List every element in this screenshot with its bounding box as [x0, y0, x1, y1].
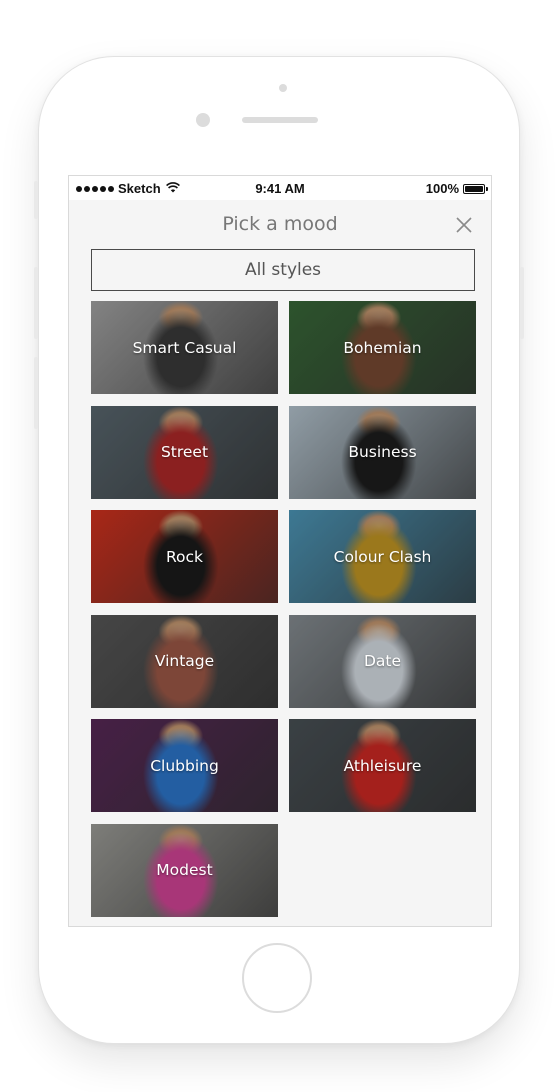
- mood-tile-date[interactable]: Date: [289, 614, 476, 708]
- mute-switch: [34, 181, 38, 219]
- mood-tile-athleisure[interactable]: Athleisure: [289, 719, 476, 812]
- front-camera: [279, 84, 287, 92]
- mood-label: Bohemian: [343, 338, 422, 357]
- mood-tile-business[interactable]: Business: [289, 405, 476, 499]
- mood-tile-modest[interactable]: Modest: [91, 823, 278, 917]
- status-bar: Sketch 9:41 AM 100%: [69, 176, 491, 200]
- mood-tile-smart-casual[interactable]: Smart Casual: [91, 301, 278, 394]
- mood-label: Modest: [156, 861, 213, 879]
- mood-tile-colour-clash[interactable]: Colour Clash: [289, 510, 476, 603]
- proximity-sensor: [196, 113, 210, 127]
- mood-label: Date: [363, 652, 402, 670]
- battery-percentage: 100%: [425, 181, 459, 196]
- all-styles-button[interactable]: All styles: [91, 249, 475, 291]
- mood-label: Clubbing: [150, 756, 219, 775]
- mood-tile-bohemian[interactable]: Bohemian: [289, 301, 476, 394]
- mood-tile-clubbing[interactable]: Clubbing: [91, 719, 278, 812]
- volume-up-button: [34, 267, 38, 339]
- mood-label: Smart Casual: [132, 338, 237, 357]
- app-screen: Sketch 9:41 AM 100% Pick a mood All styl…: [68, 175, 492, 927]
- mood-tile-vintage[interactable]: Vintage: [91, 614, 278, 708]
- earpiece-speaker: [242, 117, 318, 123]
- status-right: 100%: [425, 181, 488, 196]
- battery-fill: [465, 185, 483, 192]
- mood-label: Street: [160, 443, 209, 461]
- mood-label: Athleisure: [343, 756, 422, 775]
- modal-title: Pick a mood: [222, 213, 338, 235]
- home-button[interactable]: [242, 943, 312, 1013]
- close-icon[interactable]: [455, 216, 473, 234]
- mood-label: Vintage: [154, 652, 215, 670]
- mood-tile-street[interactable]: Street: [91, 405, 278, 499]
- battery-icon: [463, 183, 488, 194]
- volume-down-button: [34, 357, 38, 429]
- mood-label: Rock: [165, 547, 204, 566]
- power-button: [520, 267, 524, 339]
- mood-tile-rock[interactable]: Rock: [91, 510, 278, 603]
- mood-label: Colour Clash: [333, 547, 432, 566]
- mood-label: Business: [348, 443, 417, 461]
- phone-frame: Sketch 9:41 AM 100% Pick a mood All styl…: [34, 56, 524, 1044]
